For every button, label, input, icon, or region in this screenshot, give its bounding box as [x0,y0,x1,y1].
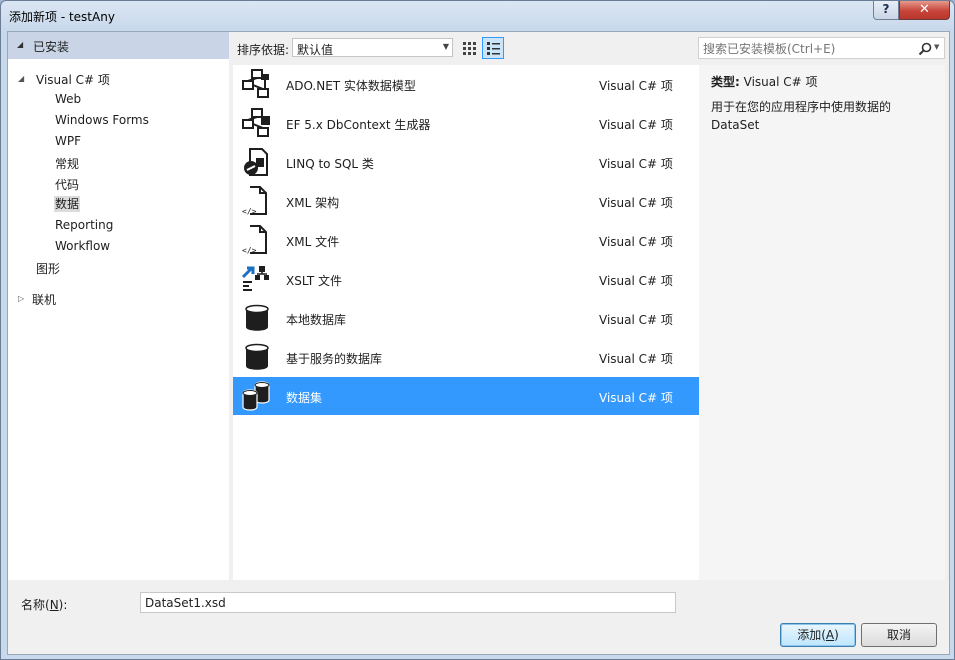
tree-node-label: Visual C# 项 [36,73,110,87]
add-button-suffix: ) [834,628,839,642]
tree-node-label: 常规 [55,157,80,171]
template-details: 类型: Visual C# 项 用于在您的应用程序中使用数据的 DataSet [699,65,945,580]
tree-node-label: 代码 [55,178,80,192]
sort-dropdown[interactable]: 默认值 ▼ [292,38,453,57]
expanded-arrow-icon[interactable]: ◢ [17,40,23,49]
entity-model-icon [242,69,269,98]
template-name: XSLT 文件 [286,274,343,288]
name-label-text: 名称( [21,598,50,612]
local-database-icon [245,304,269,331]
tree-node-data[interactable]: 数据 [54,195,81,212]
template-row-local-database[interactable]: 本地数据库 Visual C# 项 [233,299,699,337]
template-language: Visual C# 项 [599,235,673,249]
large-icons-view-button[interactable] [459,38,479,58]
name-input[interactable] [140,592,676,613]
tree-node-label: WPF [55,134,82,148]
tree-node-label: 图形 [36,262,61,276]
xslt-file-icon [241,266,269,291]
service-database-icon [245,343,269,370]
tree-node-label: Windows Forms [55,113,149,127]
search-icon[interactable] [917,41,933,57]
detail-type-label: 类型: [711,75,740,89]
template-row-xslt-file[interactable]: XSLT 文件 Visual C# 项 [233,260,699,298]
tree-node-wpf[interactable]: WPF [55,134,81,148]
name-label: 名称(N): [21,596,67,613]
svg-text:</>: </> [242,246,257,255]
template-language: Visual C# 项 [599,352,673,366]
tree-node-label: 数据 [54,196,81,212]
template-row-xml-schema[interactable]: </> XML 架构 Visual C# 项 [233,182,699,220]
dbcontext-generator-icon [242,108,270,137]
tree-node-label: Reporting [55,218,114,232]
add-button-accesskey: A [825,628,835,642]
cancel-button[interactable]: 取消 [861,623,937,647]
template-language: Visual C# 项 [599,79,673,93]
template-language: Visual C# 项 [599,157,673,171]
detail-type-value: Visual C# 项 [743,75,818,89]
tree-node-windows-forms[interactable]: Windows Forms [55,113,149,127]
dataset-icon [242,381,270,411]
tree-node-installed[interactable]: ◢ 已安装 [8,32,229,59]
add-button-label: 添加( [797,628,826,642]
chevron-down-icon: ▼ [442,42,449,51]
sort-value: 默认值 [297,43,334,57]
tree-node-label: 联机 [32,293,57,307]
template-name: XML 文件 [286,235,340,249]
template-language: Visual C# 项 [599,274,673,288]
list-view-icon [487,42,500,55]
window-title: 添加新项 - testAny [9,10,115,24]
search-box[interactable]: ▼ [698,37,945,59]
sort-label: 排序依据: [237,43,290,57]
linq-to-sql-icon [244,148,268,176]
name-label-accesskey: N [49,598,59,612]
add-button[interactable]: 添加(A) [780,623,856,647]
template-tree: ◢ 已安装 ◢ Visual C# 项 Web Windows Forms WP… [8,32,229,580]
template-list: ADO.NET 实体数据模型 Visual C# 项 EF 5.x DbCont… [233,65,699,580]
title-bar[interactable]: 添加新项 - testAny ? ✕ [1,1,954,31]
template-language: Visual C# 项 [599,313,673,327]
tree-node-graphics[interactable]: 图形 [36,260,60,277]
list-view-button[interactable] [482,37,504,59]
tree-node-installed-label: 已安装 [33,40,70,54]
name-label-suffix: ): [58,598,68,612]
xml-schema-icon: </> [242,186,267,216]
template-row-ef-dbcontext[interactable]: EF 5.x DbContext 生成器 Visual C# 项 [233,104,699,142]
template-name: 数据集 [286,391,323,405]
grid-view-icon [463,42,476,55]
template-name: LINQ to SQL 类 [286,157,374,171]
template-language: Visual C# 项 [599,391,673,405]
detail-description: 用于在您的应用程序中使用数据的 DataSet [711,100,892,132]
close-button[interactable]: ✕ [899,1,950,20]
template-language: Visual C# 项 [599,196,673,210]
template-row-xml-file[interactable]: </> XML 文件 Visual C# 项 [233,221,699,259]
detail-type: 类型: Visual C# 项 [711,73,818,90]
tree-node-web[interactable]: Web [55,92,81,106]
xml-file-icon: </> [242,225,267,255]
svg-text:</>: </> [242,207,257,216]
template-row-dataset[interactable]: 数据集 Visual C# 项 [233,377,699,415]
tree-node-label: Web [55,92,82,106]
template-name: ADO.NET 实体数据模型 [286,79,416,93]
template-row-service-database[interactable]: 基于服务的数据库 Visual C# 项 [233,338,699,376]
template-name: EF 5.x DbContext 生成器 [286,118,431,132]
add-new-item-dialog: 添加新项 - testAny ? ✕ ◢ 已安装 ◢ Visual C# 项 W… [0,0,955,660]
template-name: 本地数据库 [286,313,347,327]
search-input[interactable] [703,41,903,56]
chevron-down-icon[interactable]: ▼ [934,43,939,51]
help-button[interactable]: ? [873,1,899,20]
tree-node-general[interactable]: 常规 [55,155,79,172]
template-name: 基于服务的数据库 [286,352,383,366]
tree-node-workflow[interactable]: Workflow [55,239,110,253]
tree-node-label: Workflow [55,239,111,253]
expanded-arrow-icon[interactable]: ◢ [18,74,24,83]
template-language: Visual C# 项 [599,118,673,132]
template-row-ado-net[interactable]: ADO.NET 实体数据模型 Visual C# 项 [233,65,699,103]
template-name: XML 架构 [286,196,340,210]
tree-node-code[interactable]: 代码 [55,176,79,193]
collapsed-arrow-icon[interactable]: ▷ [18,294,24,303]
template-row-linq-to-sql[interactable]: LINQ to SQL 类 Visual C# 项 [233,143,699,181]
dialog-client: ◢ 已安装 ◢ Visual C# 项 Web Windows Forms WP… [7,31,950,655]
tree-node-reporting[interactable]: Reporting [55,218,113,232]
